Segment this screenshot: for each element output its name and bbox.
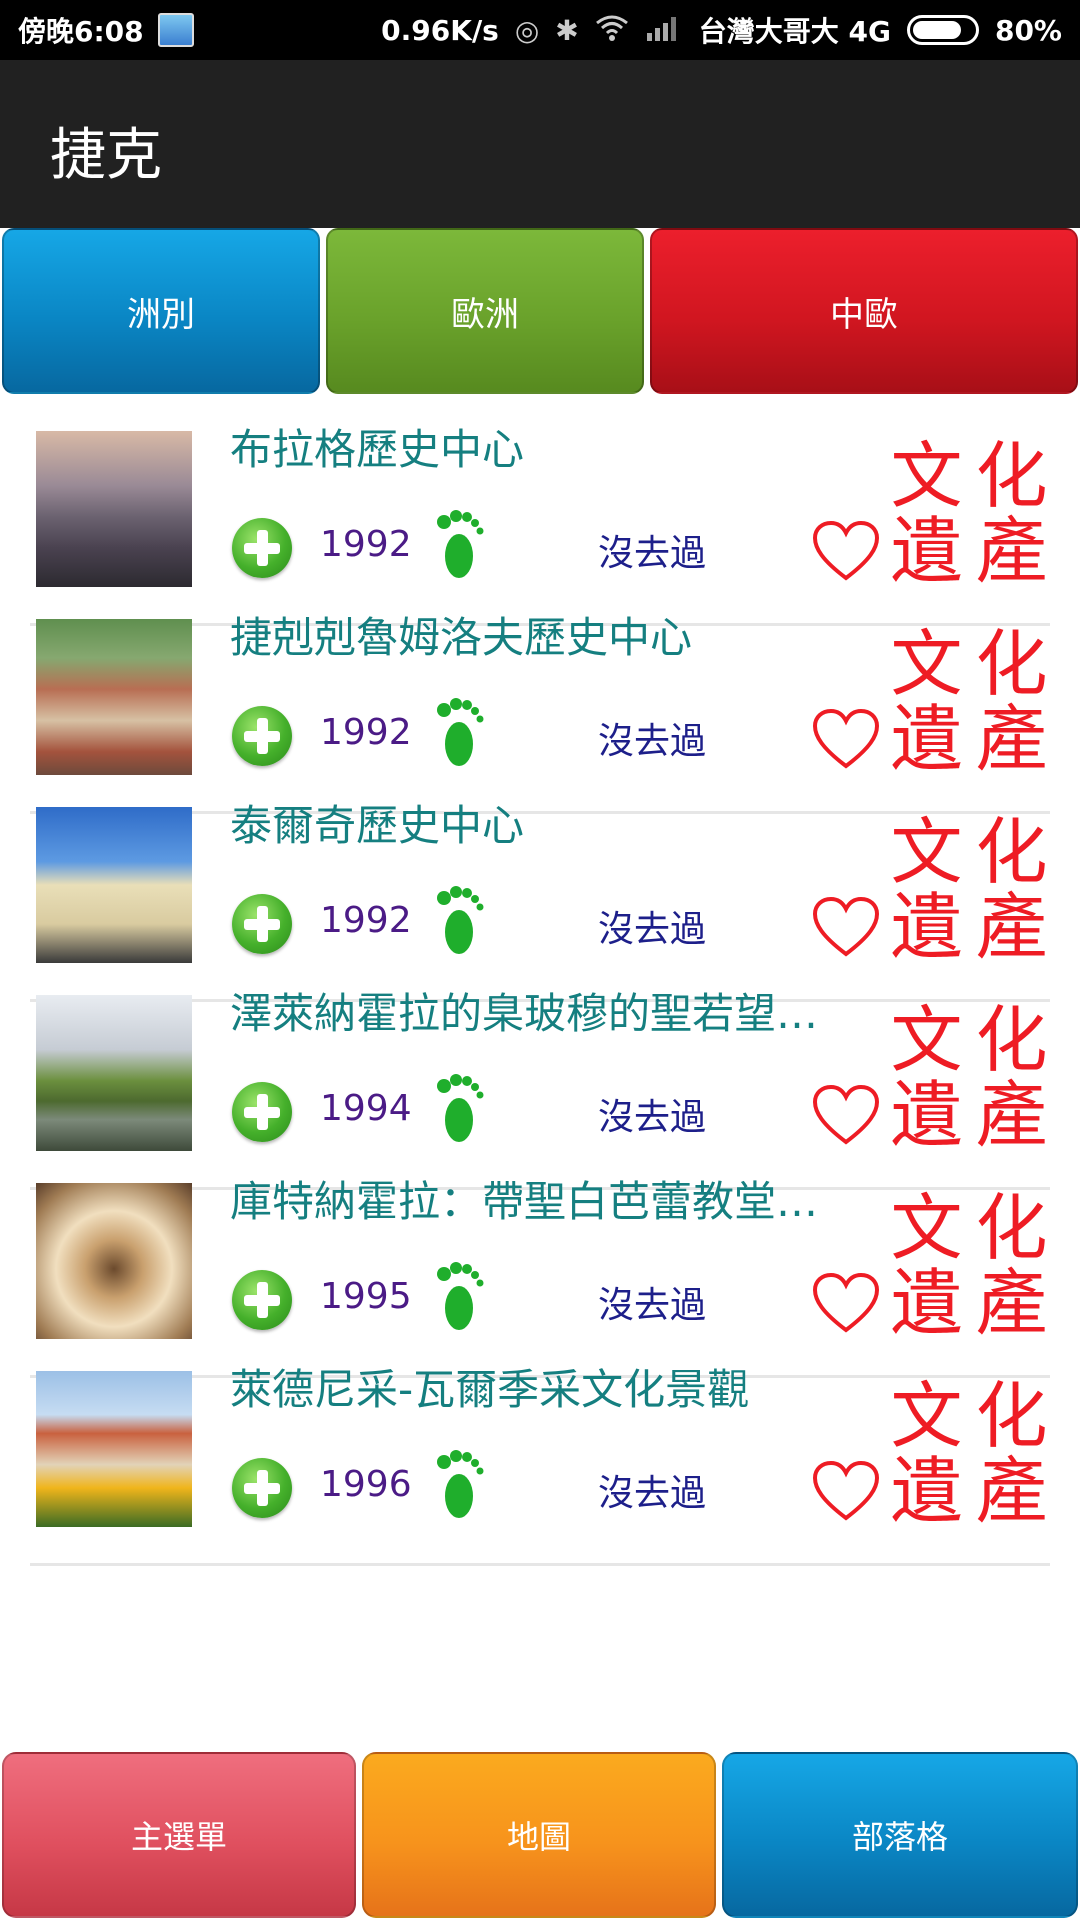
heritage-thumbnail[interactable] [36, 1183, 192, 1339]
badge-char: 化 [975, 998, 1048, 1082]
heritage-list: 布拉格歷史中心 1992 沒去過 文 化 遺 產 捷剋剋魯姆洛夫歷史中心 199… [0, 398, 1080, 1750]
heritage-thumbnail[interactable] [36, 1371, 192, 1527]
inscription-year: 1994 [320, 1088, 412, 1129]
badge-char: 化 [975, 1374, 1048, 1458]
add-plus-icon[interactable] [232, 894, 292, 954]
heart-icon[interactable] [812, 1272, 880, 1334]
blog-button[interactable]: 部落格 [722, 1752, 1078, 1918]
heart-icon[interactable] [812, 896, 880, 958]
add-plus-icon[interactable] [232, 1082, 292, 1142]
carrier-label: 台灣大哥大 4G [698, 15, 891, 48]
bluetooth-icon: ✱ [555, 13, 579, 47]
list-item[interactable]: 萊德尼采-瓦爾季采文化景觀 1996 沒去過 文 化 遺 產 [0, 1336, 1080, 1566]
heritage-thumbnail[interactable] [36, 807, 192, 963]
heritage-thumbnail[interactable] [36, 995, 192, 1151]
badge-char: 遺 [890, 509, 963, 593]
heart-icon[interactable] [812, 708, 880, 770]
badge-char: 化 [975, 1186, 1048, 1270]
badge-char: 化 [975, 810, 1048, 894]
visit-status: 沒去過 [598, 909, 707, 950]
heritage-thumbnail[interactable] [36, 619, 192, 775]
tab-continent-filter[interactable]: 洲別 [2, 228, 320, 394]
footprint-icon[interactable] [432, 508, 486, 580]
inscription-year: 1992 [320, 900, 412, 941]
add-plus-icon[interactable] [232, 518, 292, 578]
status-bar: 傍晚6:08 0.96K/s ◎ ✱ 台灣大哥大 4G 80% [0, 0, 1080, 60]
page-title: 捷克 [50, 123, 162, 188]
add-plus-icon[interactable] [232, 1270, 292, 1330]
badge-char: 產 [975, 1261, 1048, 1345]
status-time: 傍晚6:08 [18, 15, 144, 48]
badge-char: 遺 [890, 697, 963, 781]
cultural-heritage-badge: 文 化 遺 產 [884, 1004, 1054, 1154]
visit-status: 沒去過 [598, 721, 707, 762]
inscription-year: 1992 [320, 712, 412, 753]
add-plus-icon[interactable] [232, 1458, 292, 1518]
badge-char: 文 [890, 998, 963, 1082]
heritage-title[interactable]: 泰爾奇歷史中心 [230, 792, 860, 853]
network-speed: 0.96K/s [381, 13, 499, 47]
inscription-year: 1992 [320, 524, 412, 565]
inscription-year: 1996 [320, 1464, 412, 1505]
visit-status: 沒去過 [598, 1285, 707, 1326]
signal-icon [645, 13, 683, 48]
badge-char: 產 [975, 697, 1048, 781]
row-divider [30, 1563, 1050, 1566]
badge-char: 產 [975, 1449, 1048, 1533]
cultural-heritage-badge: 文 化 遺 產 [884, 440, 1054, 590]
filter-tabs: 洲別 歐洲 中歐 [0, 228, 1080, 398]
badge-char: 文 [890, 622, 963, 706]
heritage-title[interactable]: 庫特納霍拉：帶聖白芭蕾教堂… [230, 1168, 860, 1229]
heritage-title[interactable]: 萊德尼采-瓦爾季采文化景觀 [230, 1356, 860, 1417]
badge-char: 遺 [890, 1073, 963, 1157]
badge-char: 產 [975, 885, 1048, 969]
badge-char: 遺 [890, 1449, 963, 1533]
battery-percent: 80% [994, 13, 1062, 47]
cultural-heritage-badge: 文 化 遺 產 [884, 816, 1054, 966]
heritage-title[interactable]: 澤萊納霍拉的臬玻穆的聖若望… [230, 980, 860, 1041]
badge-char: 產 [975, 509, 1048, 593]
visit-status: 沒去過 [598, 533, 707, 574]
inscription-year: 1995 [320, 1276, 412, 1317]
badge-char: 文 [890, 810, 963, 894]
heart-icon[interactable] [812, 1460, 880, 1522]
app-bar: 捷克 [0, 60, 1080, 228]
heritage-title[interactable]: 捷剋剋魯姆洛夫歷史中心 [230, 604, 860, 665]
heart-icon[interactable] [812, 520, 880, 582]
heritage-thumbnail[interactable] [36, 431, 192, 587]
cultural-heritage-badge: 文 化 遺 產 [884, 1192, 1054, 1342]
badge-char: 文 [890, 1186, 963, 1270]
map-button[interactable]: 地圖 [362, 1752, 716, 1918]
badge-char: 遺 [890, 885, 963, 969]
badge-char: 遺 [890, 1261, 963, 1345]
battery-icon [906, 15, 979, 45]
badge-char: 化 [975, 622, 1048, 706]
tab-europe[interactable]: 歐洲 [326, 228, 644, 394]
footprint-icon[interactable] [432, 1260, 486, 1332]
bottom-navigation: 主選單 地圖 部落格 [0, 1750, 1080, 1920]
tab-central-europe[interactable]: 中歐 [650, 228, 1078, 394]
notification-app-icon [157, 13, 194, 47]
footprint-icon[interactable] [432, 1072, 486, 1144]
cultural-heritage-badge: 文 化 遺 產 [884, 1380, 1054, 1530]
footprint-icon[interactable] [432, 1448, 486, 1520]
main-menu-button[interactable]: 主選單 [2, 1752, 356, 1918]
visit-status: 沒去過 [598, 1473, 707, 1514]
hotspot-icon: ◎ [514, 13, 540, 47]
cultural-heritage-badge: 文 化 遺 產 [884, 628, 1054, 778]
visit-status: 沒去過 [598, 1097, 707, 1138]
heart-icon[interactable] [812, 1084, 880, 1146]
badge-char: 文 [890, 434, 963, 518]
badge-char: 化 [975, 434, 1048, 518]
badge-char: 文 [890, 1374, 963, 1458]
badge-char: 產 [975, 1073, 1048, 1157]
wifi-icon [595, 13, 629, 48]
add-plus-icon[interactable] [232, 706, 292, 766]
footprint-icon[interactable] [432, 696, 486, 768]
heritage-title[interactable]: 布拉格歷史中心 [230, 416, 860, 477]
footprint-icon[interactable] [432, 884, 486, 956]
